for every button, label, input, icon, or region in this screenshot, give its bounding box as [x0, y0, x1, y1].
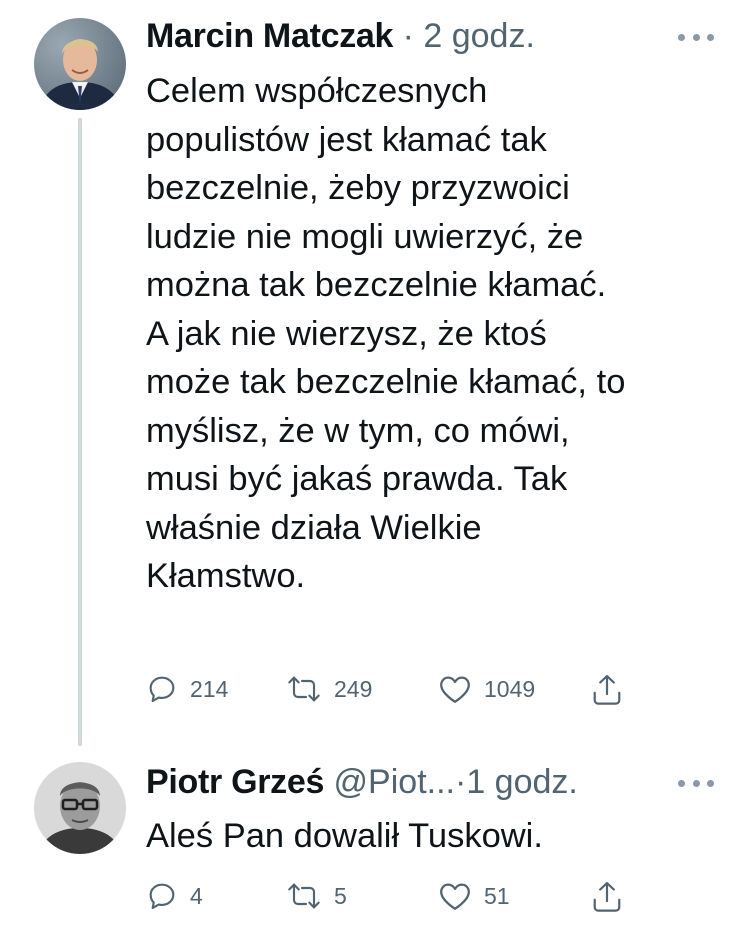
share-button[interactable] [592, 880, 622, 914]
reply-count: 4 [190, 882, 203, 909]
separator: · [402, 17, 414, 55]
avatar-piotr-grzes[interactable] [34, 762, 126, 854]
retweet-button[interactable]: 249 [286, 673, 372, 705]
retweet-button[interactable]: 5 [286, 880, 347, 912]
reply-icon [149, 676, 175, 703]
reply-icon [149, 883, 175, 910]
tweet-actions: 4 5 51 [146, 880, 626, 920]
author-name[interactable]: Marcin Matczak [146, 17, 393, 55]
reply-count: 214 [190, 675, 229, 702]
more-options-icon[interactable] [678, 30, 714, 44]
author-name[interactable]: Piotr Grześ [146, 763, 324, 801]
timestamp[interactable]: 1 godz. [466, 763, 578, 801]
tweet-2[interactable]: Piotr Grześ @Piot...·1 godz. Aleś Pan do… [0, 740, 750, 933]
tweet-text: Aleś Pan dowalił Tuskowi. [146, 817, 543, 855]
share-button[interactable] [592, 673, 622, 707]
share-icon [593, 675, 621, 705]
author-handle[interactable]: @Piot... [334, 763, 455, 801]
heart-icon [440, 676, 470, 703]
tweet-header: Piotr Grześ @Piot...·1 godz. [146, 762, 578, 802]
tweet-header: Marcin Matczak · 2 godz. [146, 16, 535, 56]
retweet-icon [288, 883, 320, 909]
retweet-count: 249 [334, 675, 373, 702]
thread-line [78, 118, 82, 746]
like-button[interactable]: 51 [438, 880, 510, 912]
like-button[interactable]: 1049 [438, 673, 535, 705]
tweet-1[interactable]: Marcin Matczak · 2 godz. Celem współczes… [0, 0, 750, 746]
more-options-icon[interactable] [678, 776, 714, 790]
tweet-text: Celem współczesnych populistów jest kłam… [146, 72, 626, 595]
reply-button[interactable]: 214 [146, 673, 228, 705]
avatar-marcin-matczak[interactable] [34, 18, 126, 110]
like-count: 1049 [484, 675, 536, 702]
reply-button[interactable]: 4 [146, 880, 203, 912]
like-count: 51 [484, 882, 510, 909]
tweet-actions: 214 249 1049 [146, 673, 626, 713]
heart-icon [440, 883, 470, 910]
share-icon [593, 882, 621, 912]
retweet-icon [288, 676, 320, 702]
separator: · [455, 763, 467, 801]
retweet-count: 5 [334, 882, 347, 909]
timestamp[interactable]: 2 godz. [423, 17, 535, 55]
